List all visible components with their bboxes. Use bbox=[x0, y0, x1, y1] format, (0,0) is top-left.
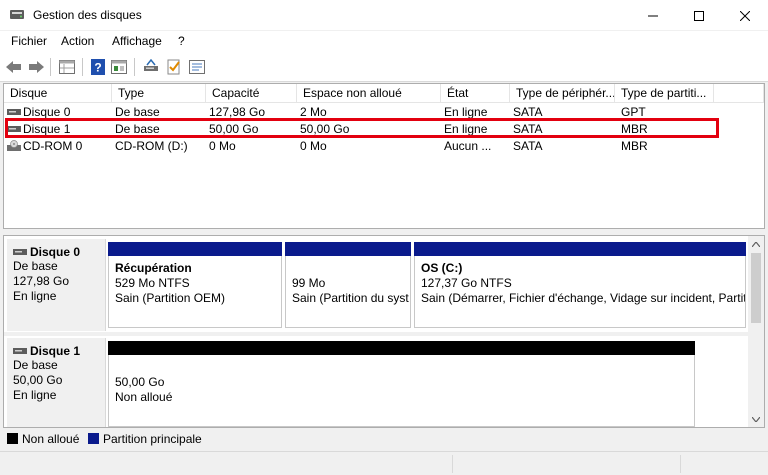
column-header-disque[interactable]: Disque bbox=[4, 84, 112, 103]
scroll-down-button[interactable] bbox=[748, 411, 764, 427]
settings-list-icon bbox=[189, 60, 205, 74]
table-row[interactable]: CD-ROM 0 CD-ROM (D:) 0 Mo 0 Mo Aucun ...… bbox=[4, 138, 764, 154]
column-header-filler bbox=[714, 84, 764, 103]
toolbar: ? bbox=[0, 52, 768, 82]
graphical-disk-view[interactable]: Disque 0 De base 127,98 Go En ligne Récu… bbox=[3, 235, 765, 428]
partition-status: Non alloué bbox=[115, 390, 173, 404]
disk-type: De base bbox=[13, 259, 58, 273]
settings-list-button[interactable] bbox=[188, 58, 206, 76]
menu-action[interactable]: Action bbox=[61, 34, 94, 48]
legend: Non alloué Partition principale bbox=[0, 428, 768, 450]
menu-bar: Fichier Action Affichage ? bbox=[0, 31, 768, 52]
column-header-type-peripherique[interactable]: Type de périphér... bbox=[510, 84, 615, 103]
minimize-button[interactable] bbox=[630, 0, 676, 31]
partition-size: 529 Mo NTFS bbox=[115, 276, 190, 290]
legend-label-unallocated: Non alloué bbox=[22, 432, 80, 446]
rescan-disks-button[interactable] bbox=[142, 58, 160, 76]
toolbar-separator bbox=[50, 58, 51, 76]
status-segment bbox=[452, 455, 453, 473]
status-segment bbox=[680, 455, 681, 473]
forward-button[interactable] bbox=[27, 58, 45, 76]
partition-title: Récupération bbox=[115, 261, 192, 275]
back-button[interactable] bbox=[5, 58, 23, 76]
disk-0-label[interactable]: Disque 0 De base 127,98 Go En ligne bbox=[7, 239, 106, 331]
partition-status: Sain (Partition OEM) bbox=[115, 291, 226, 305]
menu-help[interactable]: ? bbox=[178, 34, 185, 48]
partition-status: Sain (Partition du syst bbox=[292, 291, 409, 305]
scrollbar-thumb[interactable] bbox=[751, 253, 761, 323]
properties-button[interactable] bbox=[58, 58, 76, 76]
legend-label-primary: Partition principale bbox=[103, 432, 202, 446]
console-tree-button[interactable] bbox=[110, 58, 128, 76]
minimize-icon bbox=[648, 15, 658, 16]
svg-text:?: ? bbox=[94, 61, 101, 75]
console-tree-icon bbox=[111, 60, 127, 74]
hard-disk-icon bbox=[13, 245, 27, 259]
column-header-type[interactable]: Type bbox=[112, 84, 206, 103]
partition-os-c[interactable]: OS (C:) 127,37 Go NTFS Sain (Démarrer, F… bbox=[413, 242, 746, 328]
column-header-type-partition[interactable]: Type de partiti... bbox=[615, 84, 714, 103]
disk-capacity: 127,98 Go bbox=[13, 274, 70, 288]
properties-grid-icon bbox=[59, 60, 75, 74]
title-bar: Gestion des disques bbox=[0, 0, 768, 31]
partition-size: 50,00 Go bbox=[115, 375, 165, 389]
chevron-down-icon bbox=[752, 416, 760, 422]
disk-management-app-icon bbox=[9, 8, 25, 22]
partition-size: 99 Mo bbox=[292, 276, 326, 290]
column-header-espace-non-alloue[interactable]: Espace non alloué bbox=[297, 84, 441, 103]
close-button[interactable] bbox=[722, 0, 768, 31]
toolbar-separator bbox=[82, 58, 83, 76]
maximize-button[interactable] bbox=[676, 0, 722, 31]
disk-1-label[interactable]: Disque 1 De base 50,00 Go En ligne bbox=[7, 338, 106, 427]
partition-title: OS (C:) bbox=[421, 261, 463, 275]
disk-list-view[interactable]: Disque Type Capacité Espace non alloué É… bbox=[3, 83, 765, 229]
vertical-scrollbar[interactable] bbox=[748, 236, 764, 427]
column-header-etat[interactable]: État bbox=[441, 84, 510, 103]
partition-color-bar bbox=[108, 242, 282, 256]
menu-affichage[interactable]: Affichage bbox=[112, 34, 162, 48]
highlight-box bbox=[5, 118, 719, 138]
legend-swatch-primary bbox=[88, 433, 99, 444]
partition-recuperation[interactable]: Récupération 529 Mo NTFS Sain (Partition… bbox=[107, 242, 282, 328]
check-disk-button[interactable] bbox=[165, 58, 183, 76]
disk-separator bbox=[4, 332, 748, 336]
partition-system[interactable]: 99 Mo Sain (Partition du syst bbox=[284, 242, 411, 328]
help-icon: ? bbox=[91, 59, 105, 75]
status-bar bbox=[0, 451, 768, 475]
window-title: Gestion des disques bbox=[33, 8, 142, 22]
partition-size: 127,37 Go NTFS bbox=[421, 276, 512, 290]
check-icon bbox=[167, 59, 180, 75]
partition-status: Sain (Démarrer, Fichier d'échange, Vidag… bbox=[421, 291, 746, 305]
partition-color-bar bbox=[285, 242, 411, 256]
disk-capacity: 50,00 Go bbox=[13, 373, 63, 387]
back-arrow-icon bbox=[6, 61, 21, 73]
disk-name: Disque 1 bbox=[30, 344, 81, 358]
disk-status: En ligne bbox=[13, 388, 57, 402]
maximize-icon bbox=[694, 10, 704, 21]
partition-color-bar bbox=[108, 341, 695, 355]
disk-name: Disque 0 bbox=[30, 245, 81, 259]
forward-arrow-icon bbox=[29, 61, 44, 73]
legend-swatch-unallocated bbox=[7, 433, 18, 444]
unallocated-space[interactable]: 50,00 Go Non alloué bbox=[107, 341, 695, 427]
menu-fichier[interactable]: Fichier bbox=[11, 34, 47, 48]
cdrom-drive-icon bbox=[7, 138, 23, 154]
partition-color-bar bbox=[414, 242, 746, 256]
disk-rescan-icon bbox=[144, 59, 158, 71]
disk-type: De base bbox=[13, 358, 58, 372]
scroll-up-button[interactable] bbox=[748, 236, 764, 252]
close-icon bbox=[740, 10, 750, 21]
column-header-capacite[interactable]: Capacité bbox=[206, 84, 297, 103]
help-button[interactable]: ? bbox=[89, 58, 107, 76]
chevron-up-icon bbox=[752, 241, 760, 247]
disk-status: En ligne bbox=[13, 289, 57, 303]
toolbar-separator bbox=[134, 58, 135, 76]
hard-disk-icon bbox=[13, 344, 27, 358]
